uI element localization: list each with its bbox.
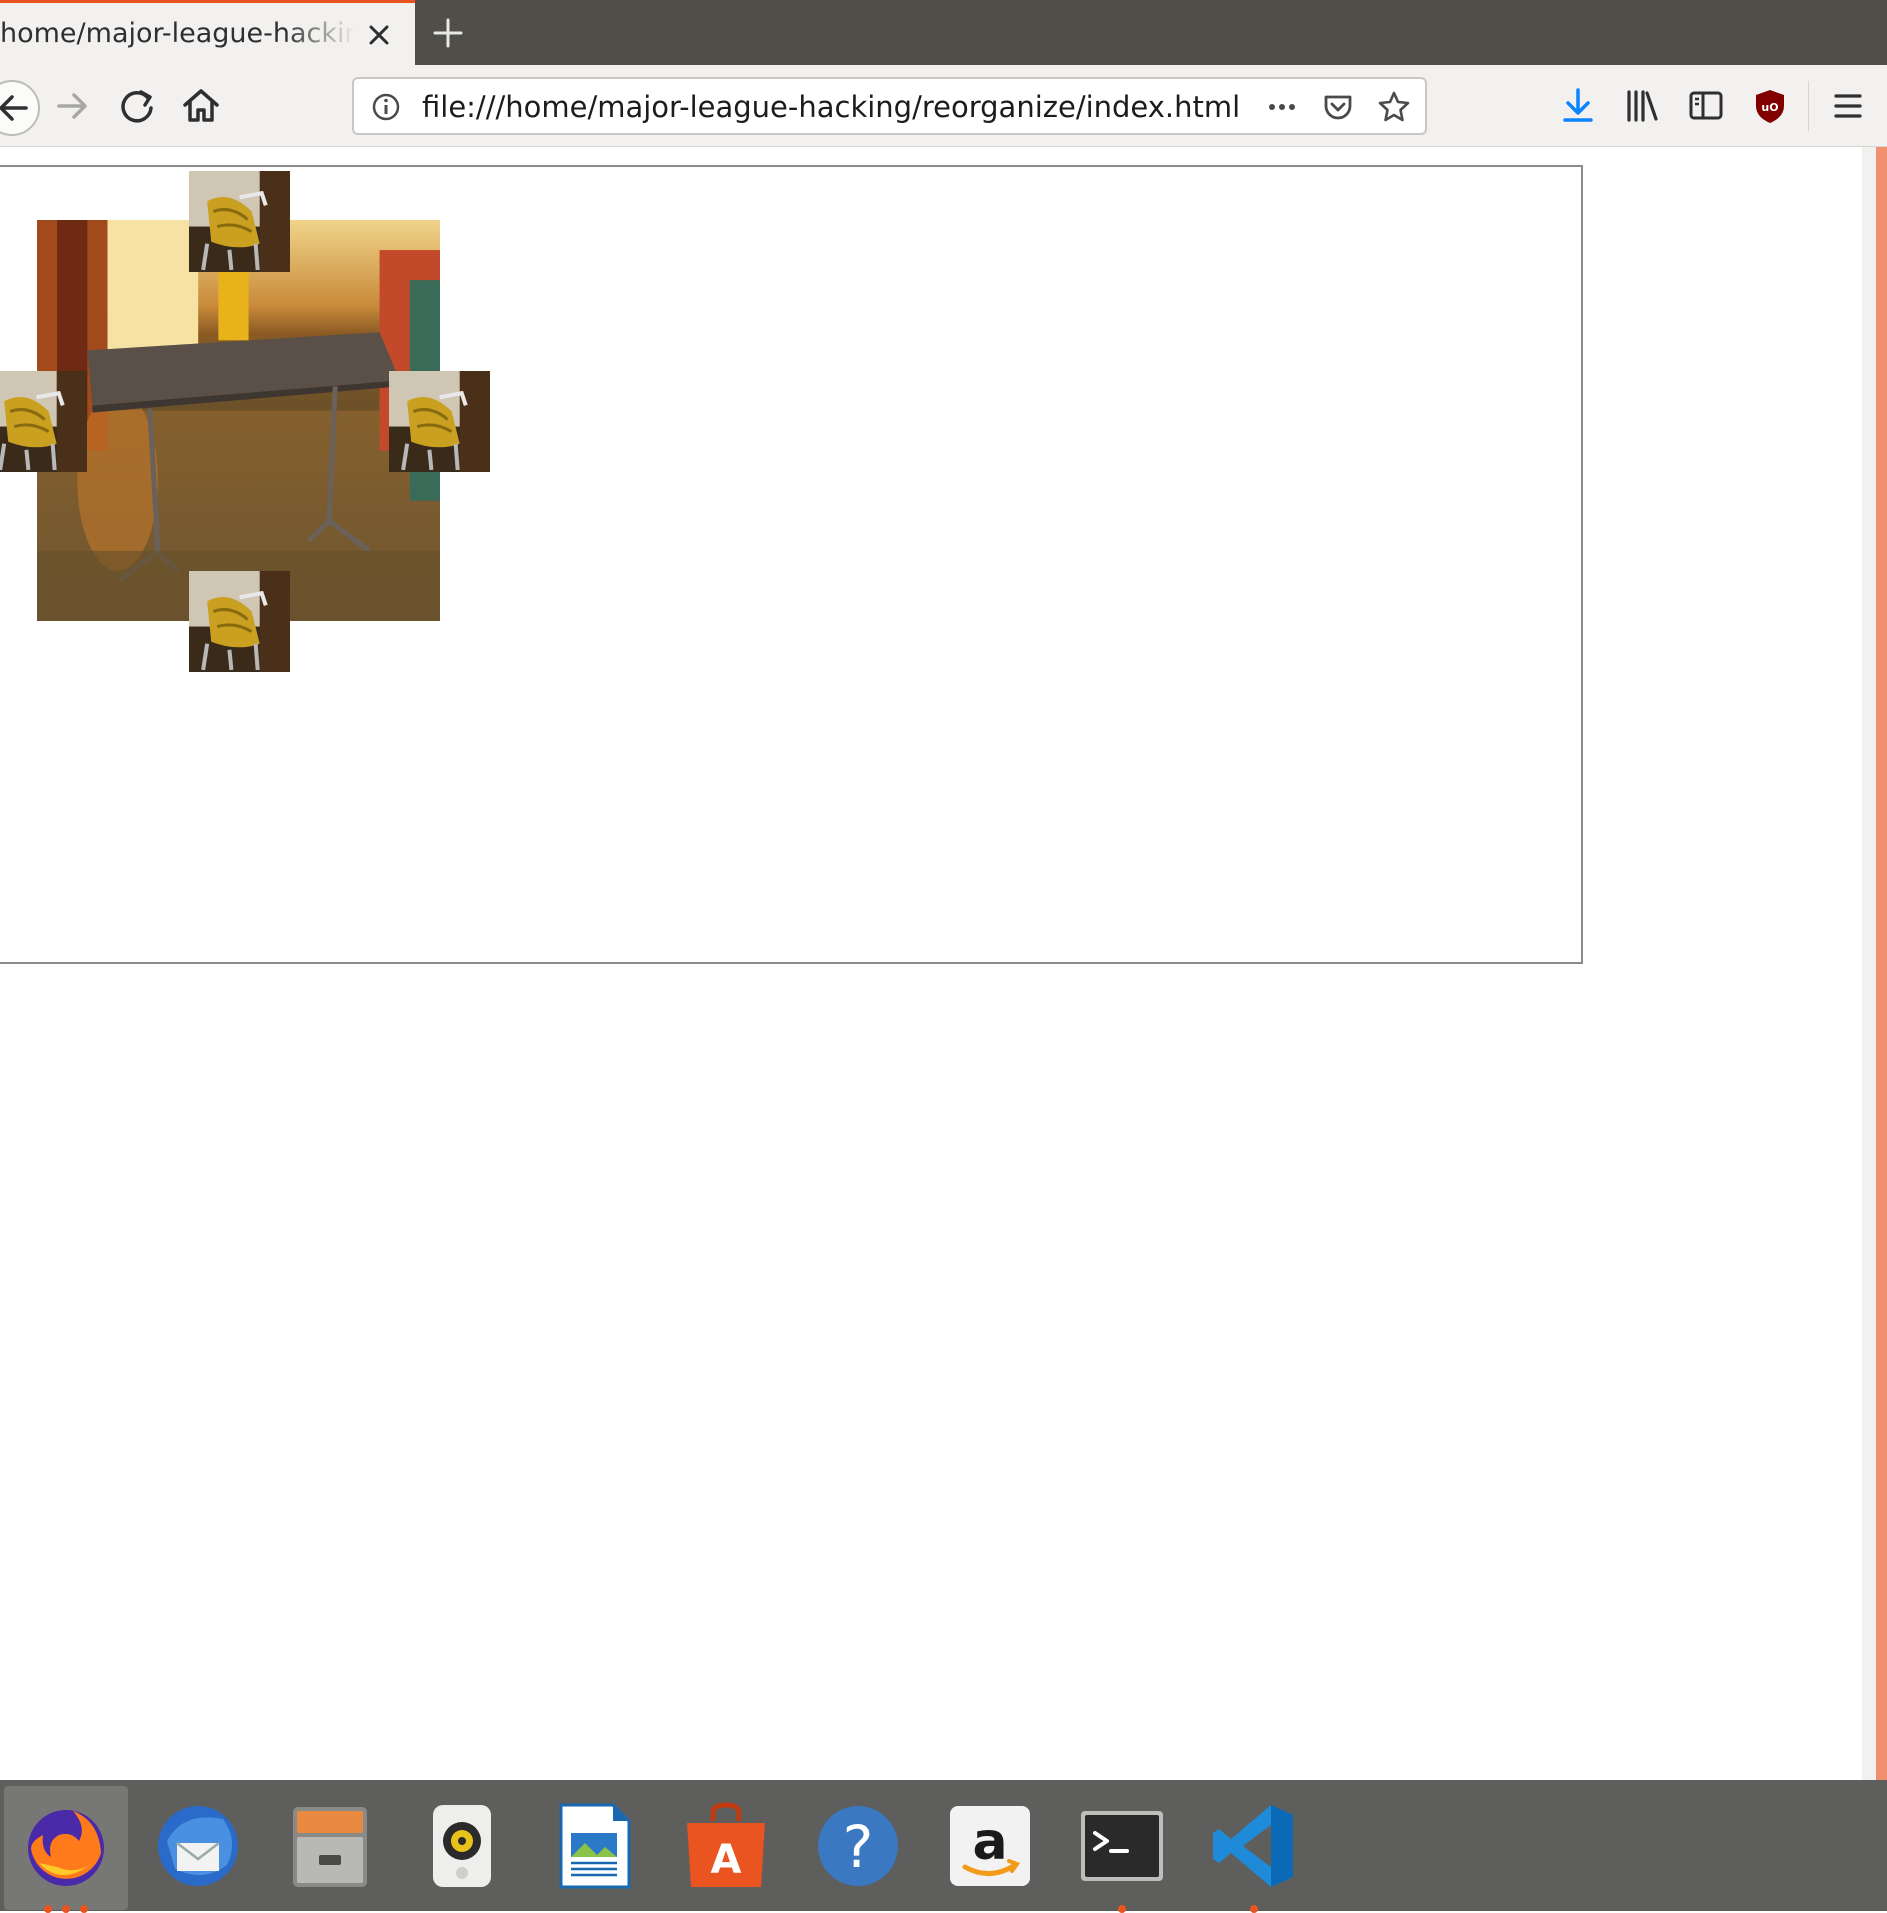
- forward-icon[interactable]: [47, 80, 99, 132]
- chair-image-right[interactable]: [389, 371, 490, 472]
- help-icon: ?: [818, 1806, 898, 1886]
- dock-item-firefox[interactable]: [4, 1786, 128, 1913]
- svg-text:a: a: [972, 1812, 1007, 1872]
- software-center-icon: A: [687, 1802, 765, 1887]
- library-icon[interactable]: [1616, 80, 1668, 132]
- dock-item-amazon[interactable]: a: [928, 1786, 1052, 1910]
- libreoffice-writer-icon: [559, 1803, 631, 1889]
- reload-icon[interactable]: [111, 80, 163, 132]
- running-indicator: [44, 1905, 52, 1913]
- dock-item-help[interactable]: ?: [796, 1786, 920, 1910]
- page-actions-icon[interactable]: [1264, 89, 1300, 125]
- chair-image-top[interactable]: [189, 171, 290, 272]
- running-indicator: [80, 1905, 88, 1913]
- amazon-icon: a: [950, 1806, 1030, 1886]
- dock: A ? a: [0, 1780, 1887, 1913]
- site-info-icon[interactable]: [368, 89, 404, 125]
- ublock-icon[interactable]: uO: [1744, 80, 1796, 132]
- new-tab-icon[interactable]: [430, 15, 466, 51]
- dock-item-terminal[interactable]: [1060, 1786, 1184, 1913]
- thunderbird-icon: [158, 1806, 238, 1886]
- svg-text:A: A: [711, 1837, 742, 1883]
- tab-active[interactable]: home/major-league-hacking/reorganize/ind…: [0, 0, 415, 65]
- scrollbar-accent: [1876, 147, 1887, 1780]
- pocket-icon[interactable]: [1320, 89, 1356, 125]
- tab-title: home/major-league-hacking/reorganize/ind…: [0, 18, 355, 49]
- navigation-toolbar: file:///home/major-league-hacking/reorga…: [0, 65, 1887, 147]
- running-indicator: [1250, 1905, 1258, 1913]
- tab-strip: home/major-league-hacking/reorganize/ind…: [0, 0, 1887, 65]
- dock-item-writer[interactable]: [532, 1786, 656, 1910]
- hamburger-menu-icon[interactable]: [1822, 80, 1874, 132]
- files-icon: [293, 1807, 367, 1887]
- downloads-icon[interactable]: [1552, 80, 1604, 132]
- dock-item-rhythmbox[interactable]: [400, 1786, 524, 1910]
- svg-text:uO: uO: [1761, 101, 1778, 114]
- sidebar-icon[interactable]: [1680, 80, 1732, 132]
- dock-item-files[interactable]: [268, 1786, 392, 1910]
- table-image[interactable]: [37, 220, 440, 621]
- svg-text:?: ?: [843, 1813, 874, 1881]
- chair-image-bottom[interactable]: [189, 571, 290, 672]
- bookmark-star-icon[interactable]: [1376, 89, 1412, 125]
- rhythmbox-icon: [433, 1805, 491, 1887]
- firefox-icon: [28, 1810, 104, 1886]
- dock-item-software[interactable]: A: [664, 1786, 788, 1910]
- running-indicator: [62, 1905, 70, 1913]
- toolbar-separator: [1808, 81, 1809, 131]
- dock-item-thunderbird[interactable]: [136, 1786, 260, 1910]
- vscode-icon: [1213, 1805, 1293, 1887]
- back-icon: [0, 95, 28, 121]
- url-bar[interactable]: file:///home/major-league-hacking/reorga…: [352, 77, 1427, 135]
- url-text[interactable]: file:///home/major-league-hacking/reorga…: [422, 91, 1240, 123]
- page-content: [0, 147, 1862, 1780]
- chair-image-left[interactable]: [0, 371, 87, 472]
- back-button[interactable]: [0, 80, 40, 136]
- terminal-icon: [1081, 1811, 1163, 1881]
- running-indicator: [1118, 1905, 1126, 1913]
- dock-item-vscode[interactable]: [1192, 1786, 1316, 1913]
- close-icon[interactable]: [364, 20, 394, 50]
- home-icon[interactable]: [175, 80, 227, 132]
